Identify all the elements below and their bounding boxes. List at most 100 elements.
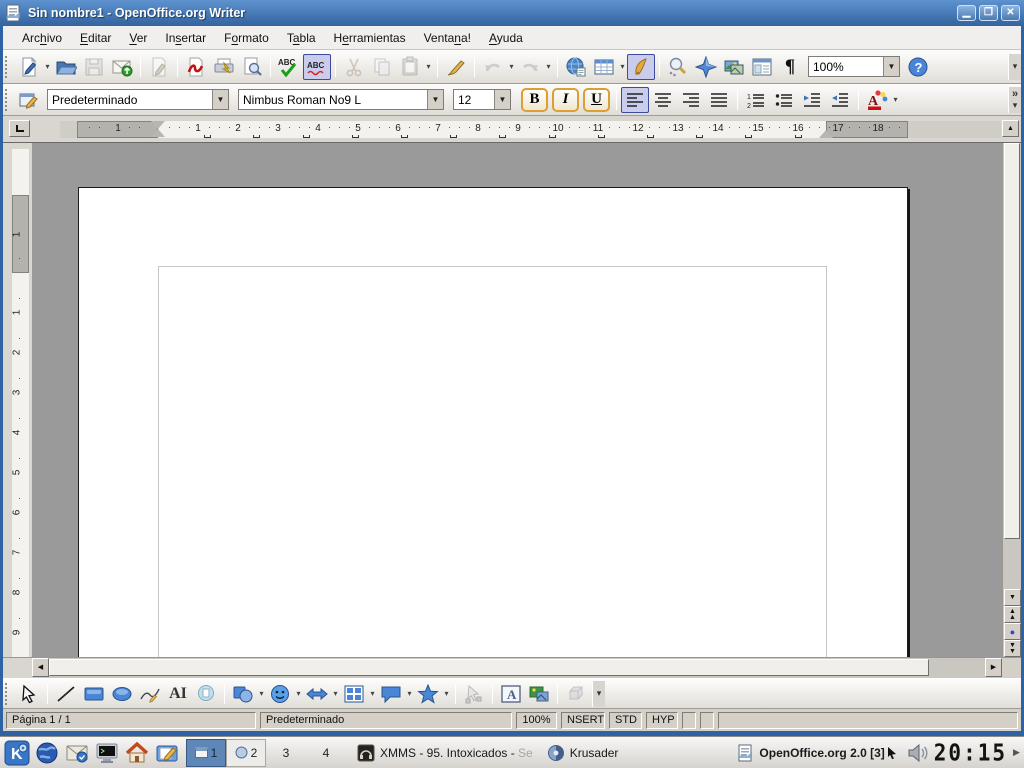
export-pdf-button[interactable] — [182, 54, 210, 80]
status-page[interactable]: Página 1 / 1 — [6, 712, 256, 729]
toolbar-grip[interactable] — [5, 89, 12, 111]
size-dropdown-arrow-icon[interactable]: ▼ — [494, 90, 510, 109]
zoom-combo[interactable]: 100% ▼ — [808, 56, 900, 77]
insert-table-button[interactable] — [590, 54, 618, 80]
align-left-button[interactable] — [621, 87, 649, 113]
menu-ventana[interactable]: Ventana! — [415, 28, 480, 48]
vertical-ruler[interactable]: 1 12345678910··········· — [12, 149, 29, 657]
scroll-up-button[interactable]: ▲ — [1002, 120, 1019, 137]
find-replace-button[interactable] — [664, 54, 692, 80]
callouts-dropdown-arrow-icon[interactable]: ▾ — [405, 689, 414, 698]
panel-clock[interactable]: 20:15 — [934, 740, 1007, 766]
show-draw-functions-toggle[interactable] — [627, 54, 655, 80]
justify-button[interactable] — [705, 87, 733, 113]
status-selection-mode[interactable]: STD — [609, 712, 642, 729]
tab-stop-type-button[interactable] — [9, 120, 30, 137]
menu-formato[interactable]: Formato — [215, 28, 278, 48]
font-color-dropdown-arrow-icon[interactable]: ▾ — [891, 95, 900, 104]
symbol-shapes-button[interactable] — [266, 681, 294, 707]
basic-shapes-button[interactable] — [229, 681, 257, 707]
task-openoffice[interactable]: OpenOffice.org 2.0 [3] — [729, 739, 903, 767]
freeform-line-button[interactable] — [136, 681, 164, 707]
vertical-scrollbar-thumb[interactable] — [1004, 143, 1020, 539]
autospellcheck-toggle[interactable]: ABC — [303, 54, 331, 80]
block-arrows-button[interactable] — [303, 681, 331, 707]
decrease-indent-button[interactable] — [798, 87, 826, 113]
status-zoom[interactable]: 100% — [516, 712, 557, 729]
formatting-marks-toggle[interactable]: ¶ — [776, 54, 804, 80]
menu-archivo[interactable]: Archivo — [13, 28, 71, 48]
rectangle-button[interactable] — [80, 681, 108, 707]
email-document-button[interactable] — [108, 54, 136, 80]
document-page[interactable] — [78, 187, 908, 657]
desktop-2[interactable]: 2 — [226, 739, 266, 767]
scroll-right-button[interactable]: ▶ — [985, 658, 1002, 677]
close-button[interactable]: ✕ — [1001, 5, 1020, 21]
hyperlink-button[interactable] — [562, 54, 590, 80]
page-preview-button[interactable] — [238, 54, 266, 80]
align-center-button[interactable] — [649, 87, 677, 113]
ellipse-button[interactable] — [108, 681, 136, 707]
paragraph-style-combo[interactable]: Predeterminado ▼ — [47, 89, 229, 110]
menu-herramientas[interactable]: Herramientas — [325, 28, 415, 48]
font-dropdown-arrow-icon[interactable]: ▼ — [427, 90, 443, 109]
workspace[interactable] — [32, 143, 1002, 657]
align-right-button[interactable] — [677, 87, 705, 113]
line-button[interactable] — [52, 681, 80, 707]
status-hyperlink-mode[interactable]: HYP — [646, 712, 678, 729]
desktop-3[interactable]: 3 — [266, 739, 306, 767]
callouts-button[interactable] — [377, 681, 405, 707]
status-page-style[interactable]: Predeterminado — [260, 712, 512, 729]
text-button[interactable]: AI — [164, 681, 192, 707]
styles-button[interactable] — [15, 87, 43, 113]
desktop-1[interactable]: 1 — [186, 739, 226, 767]
toolbar-grip[interactable] — [5, 56, 12, 78]
menu-insertar[interactable]: Insertar — [156, 28, 215, 48]
font-color-button[interactable]: A — [863, 87, 891, 113]
horizontal-scrollbar-thumb[interactable] — [49, 659, 929, 676]
menu-ayuda[interactable]: Ayuda — [480, 28, 532, 48]
terminal-button[interactable] — [92, 738, 122, 768]
new-document-button[interactable] — [15, 54, 43, 80]
restore-button[interactable]: ❐ — [979, 5, 998, 21]
underline-button[interactable]: U — [583, 88, 610, 112]
style-dropdown-arrow-icon[interactable]: ▼ — [212, 90, 228, 109]
navigation-button[interactable]: ● — [1004, 623, 1021, 640]
toolbar-options-button[interactable]: ▾ — [592, 681, 605, 707]
status-insert-mode[interactable]: NSERT — [561, 712, 605, 729]
bullet-list-button[interactable] — [770, 87, 798, 113]
vertical-scrollbar[interactable]: ▼ ▲▲ ● ▼▼ — [1002, 143, 1021, 657]
menu-ver[interactable]: Ver — [120, 28, 156, 48]
print-button[interactable] — [210, 54, 238, 80]
notes-button[interactable] — [152, 738, 182, 768]
task-xmms[interactable]: XMMS - 95. Intoxicados - Se — [350, 739, 540, 767]
menu-tabla[interactable]: Tabla — [278, 28, 325, 48]
zoom-dropdown-arrow-icon[interactable]: ▼ — [883, 57, 899, 76]
insert-from-file-button[interactable] — [525, 681, 553, 707]
basic-shapes-dropdown-arrow-icon[interactable]: ▾ — [257, 689, 266, 698]
toolbar-overflow-button[interactable]: » ▾ — [1008, 87, 1021, 113]
block-arrows-dropdown-arrow-icon[interactable]: ▾ — [331, 689, 340, 698]
volume-button[interactable] — [904, 738, 930, 768]
font-name-value[interactable]: Nimbus Roman No9 L — [239, 93, 427, 107]
numbered-list-button[interactable]: 12 — [742, 87, 770, 113]
menu-editar[interactable]: Editar — [71, 28, 120, 48]
symbol-shapes-dropdown-arrow-icon[interactable]: ▾ — [294, 689, 303, 698]
flowchart-button[interactable] — [340, 681, 368, 707]
data-sources-button[interactable] — [748, 54, 776, 80]
font-size-combo[interactable]: 12 ▼ — [453, 89, 511, 110]
gallery-button[interactable] — [720, 54, 748, 80]
zoom-value[interactable]: 100% — [809, 60, 883, 74]
new-dropdown-arrow-icon[interactable]: ▾ — [43, 62, 52, 71]
k-menu-button[interactable]: K — [2, 738, 32, 768]
toolbar-options-button[interactable]: ▾ — [1008, 54, 1021, 80]
flowchart-dropdown-arrow-icon[interactable]: ▾ — [368, 689, 377, 698]
web-browser-button[interactable] — [32, 738, 62, 768]
home-button[interactable] — [122, 738, 152, 768]
font-size-value[interactable]: 12 — [454, 93, 494, 107]
horizontal-scrollbar-track[interactable] — [49, 658, 985, 678]
stars-dropdown-arrow-icon[interactable]: ▾ — [442, 689, 451, 698]
titlebar[interactable]: Sin nombre1 - OpenOffice.org Writer ▁ ❐ … — [0, 0, 1024, 26]
next-page-button[interactable]: ▼▼ — [1004, 640, 1021, 657]
desktop-4[interactable]: 4 — [306, 739, 346, 767]
